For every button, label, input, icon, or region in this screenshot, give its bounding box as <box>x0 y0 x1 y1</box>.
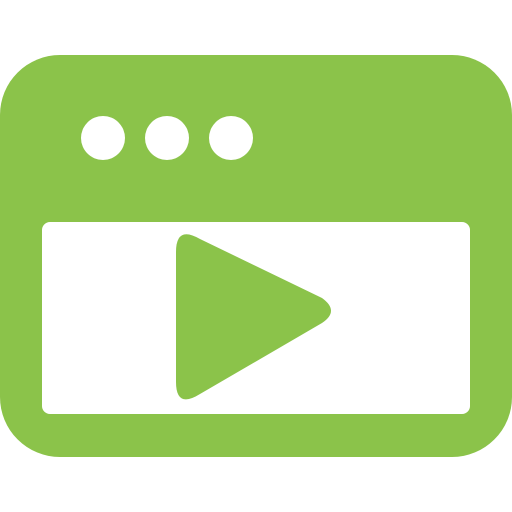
icon-canvas <box>0 0 512 512</box>
window-dot-icon <box>209 116 253 160</box>
window-dot-icon <box>81 116 125 160</box>
video-player-window-icon <box>0 55 512 457</box>
window-dot-icon <box>145 116 189 160</box>
